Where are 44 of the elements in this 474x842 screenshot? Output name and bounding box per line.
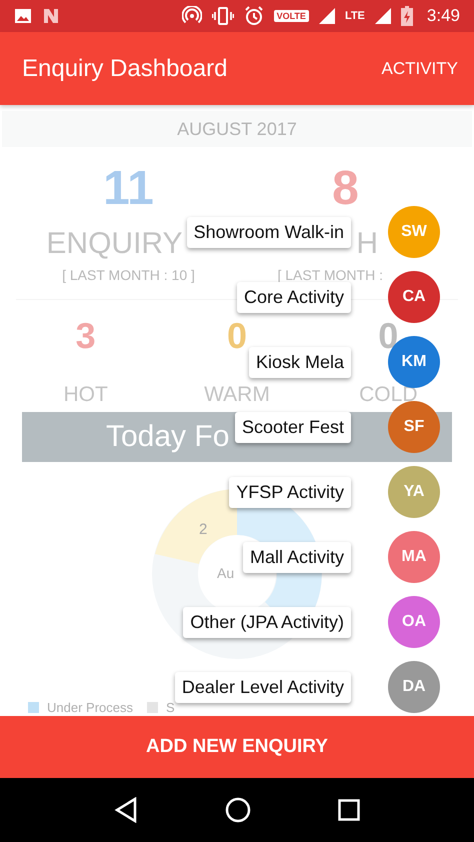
lead-count: 0 bbox=[226, 316, 247, 356]
activity-option-label[interactable]: Kiosk Mela bbox=[248, 346, 351, 378]
app-title: Enquiry Dashboard bbox=[22, 54, 228, 82]
activity-option-label[interactable]: Showroom Walk-in bbox=[186, 216, 351, 248]
activity-fab[interactable]: OA bbox=[388, 596, 440, 648]
activity-fab[interactable]: MA bbox=[388, 531, 440, 583]
legend-label: Under Process bbox=[47, 700, 133, 715]
legend-label: S bbox=[166, 700, 175, 715]
battery-charging-icon bbox=[400, 6, 413, 26]
enquiry-count: 8 bbox=[332, 161, 359, 217]
count-label: ENQUIRY bbox=[46, 227, 183, 261]
chart-center-label: Au bbox=[217, 565, 234, 581]
hotspot-icon bbox=[182, 6, 202, 26]
volte-badge: VOLTE bbox=[274, 10, 309, 22]
activity-option-label[interactable]: Core Activity bbox=[236, 282, 351, 312]
vibrate-icon bbox=[212, 6, 234, 26]
activity-option-label[interactable]: Scooter Fest bbox=[234, 412, 351, 442]
banner-text: Today Fo bbox=[106, 420, 230, 454]
signal-icon bbox=[374, 8, 391, 24]
activity-option-label[interactable]: Mall Activity bbox=[242, 542, 351, 572]
month-label: AUGUST 2017 bbox=[177, 118, 297, 140]
activity-button[interactable]: ACTIVITY bbox=[381, 54, 458, 82]
recents-icon[interactable] bbox=[338, 799, 360, 821]
last-month-count: [ LAST MONTH : 10 ] bbox=[62, 267, 195, 283]
clock-time: 3:49 bbox=[426, 6, 460, 26]
back-icon[interactable] bbox=[114, 797, 138, 823]
lead-label: HOT bbox=[64, 384, 108, 406]
lead-label: WARM bbox=[204, 384, 270, 406]
image-icon bbox=[14, 8, 32, 24]
activity-option-label[interactable]: Other (JPA Activity) bbox=[183, 606, 351, 638]
lte-indicator: LTE bbox=[344, 10, 365, 22]
alarm-icon bbox=[244, 6, 264, 26]
signal-icon bbox=[318, 8, 335, 24]
home-icon[interactable] bbox=[224, 797, 251, 823]
activity-option-label[interactable]: Dealer Level Activity bbox=[174, 672, 351, 702]
lead-count: 3 bbox=[76, 316, 96, 356]
add-enquiry-button[interactable]: ADD NEW ENQUIRY bbox=[0, 716, 474, 778]
enquiry-count: 11 bbox=[103, 161, 154, 217]
slice-value: 2 bbox=[199, 521, 208, 538]
activity-fab[interactable]: DA bbox=[388, 661, 440, 713]
activity-fab[interactable]: CA bbox=[388, 271, 440, 323]
count-label: H bbox=[356, 227, 378, 261]
activity-option-label[interactable]: YFSP Activity bbox=[229, 476, 351, 508]
n-logo-icon bbox=[42, 7, 60, 25]
